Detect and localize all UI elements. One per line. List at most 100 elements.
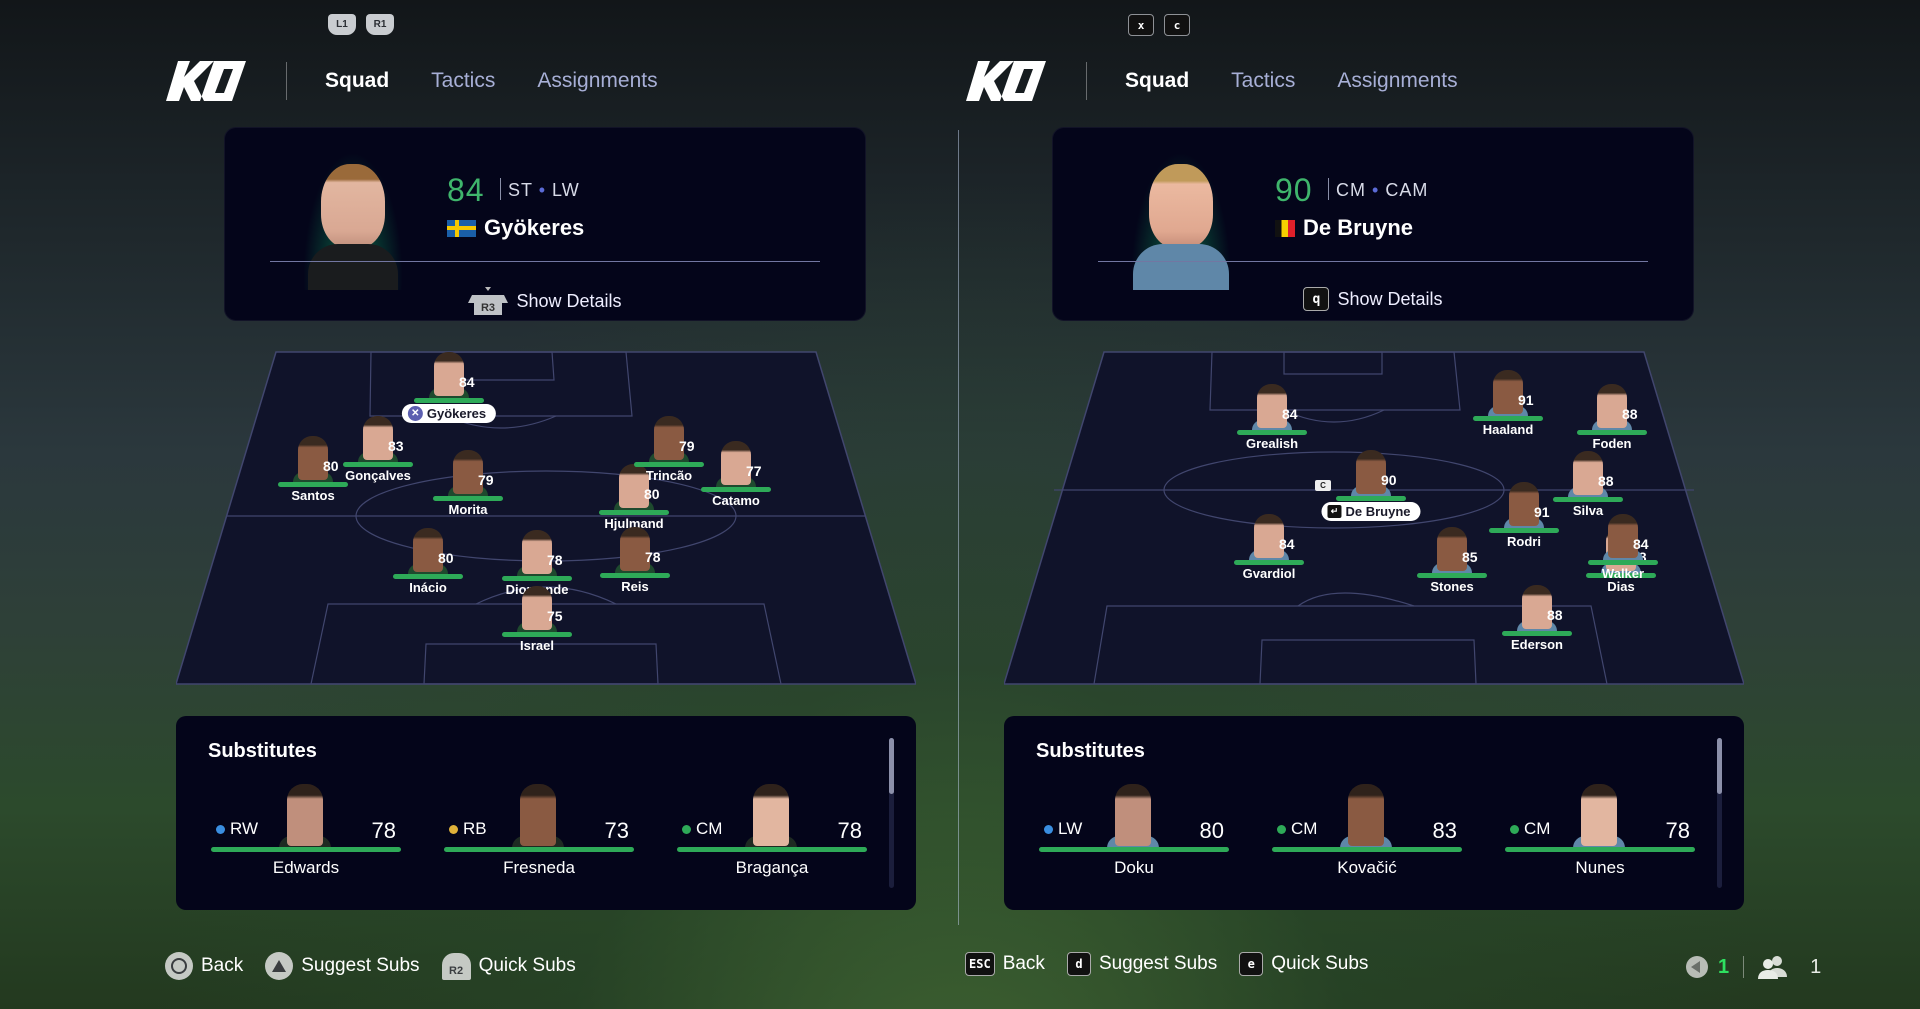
l1-button-icon[interactable]: L1 xyxy=(328,14,356,35)
player-name: Morita xyxy=(448,502,488,517)
position-dot-icon xyxy=(1510,824,1519,834)
substitutes-scrollbar[interactable] xyxy=(1717,738,1722,888)
sub-fitness-bar xyxy=(1505,847,1695,852)
substitute-card[interactable]: LW 80 Doku xyxy=(1039,784,1229,894)
selected-player-card: 84 ST • LW Gyökeres R3 Show Details xyxy=(224,127,866,321)
sub-rating: 78 xyxy=(1665,818,1690,843)
show-details-button[interactable]: R3 Show Details xyxy=(225,287,865,315)
nav-separator xyxy=(1086,62,1087,100)
player-rating: 78 xyxy=(645,549,661,565)
sub-position: CM xyxy=(682,819,722,839)
sweden-flag-icon xyxy=(447,219,476,237)
rating-separator xyxy=(1328,178,1329,200)
tab-switch-keys: x c xyxy=(1128,14,1190,36)
substitute-card[interactable]: CM 78 Nunes xyxy=(1505,784,1695,894)
player-rating: 88 xyxy=(1622,406,1638,422)
player-rating: 75 xyxy=(547,608,563,624)
suggest-subs-button[interactable]: Suggest Subs xyxy=(265,952,420,980)
substitute-card[interactable]: CM 83 Kovačić xyxy=(1272,784,1462,894)
suggest-subs-button[interactable]: d Suggest Subs xyxy=(1066,952,1217,976)
scrollbar-thumb[interactable] xyxy=(1717,738,1722,794)
ko-logo xyxy=(166,61,246,101)
player-overall-rating: 84 xyxy=(447,172,485,208)
substitute-card[interactable]: RB 73 Fresneda xyxy=(444,784,634,894)
substitute-card[interactable]: RW 78 Edwards xyxy=(211,784,401,894)
sub-rating: 78 xyxy=(371,818,396,843)
pitch-player[interactable]: 84 Grealish xyxy=(1220,384,1324,474)
player-face xyxy=(520,784,556,846)
substitute-card[interactable]: CM 78 Bragança xyxy=(677,784,867,894)
player-face xyxy=(1115,784,1151,846)
quick-subs-button[interactable]: R2 Quick Subs xyxy=(441,952,576,980)
tab-squad[interactable]: Squad xyxy=(1125,69,1189,93)
pitch-player[interactable]: 79 Morita xyxy=(416,450,520,540)
voice-count: 1 xyxy=(1718,955,1730,978)
substitutes-panel: Substitutes LW 80 Doku CM 83 Kovačić CM 78 Nunes xyxy=(1004,716,1744,910)
show-details-label: Show Details xyxy=(1337,288,1443,309)
q-key-icon: q xyxy=(1303,287,1330,311)
player-name: Foden xyxy=(1592,436,1632,451)
player-rating: 91 xyxy=(1534,504,1550,520)
back-button[interactable]: ESC Back xyxy=(965,952,1045,976)
sub-rating: 78 xyxy=(837,818,862,843)
player-rating: 77 xyxy=(746,463,762,479)
primary-position: ST xyxy=(508,180,533,200)
player-fitness-bar xyxy=(414,398,484,403)
player-fitness-bar xyxy=(701,487,771,492)
player-portrait xyxy=(303,152,403,290)
position-label: RW xyxy=(230,819,259,838)
selected-player-pill[interactable]: ↵ De Bruyne xyxy=(1321,502,1421,521)
substitutes-scrollbar[interactable] xyxy=(889,738,894,888)
pitch-player[interactable]: 80 Inácio xyxy=(376,528,480,618)
selected-player-card: 90 CM • CAM De Bruyne q Show Details xyxy=(1052,127,1694,321)
player-rating: 91 xyxy=(1518,392,1534,408)
e-key-icon: e xyxy=(1239,952,1264,976)
player-one-panel: L1 R1 Squad Tactics Assignments 84 ST • … xyxy=(0,0,960,1009)
formation-pitch: 84 Grealish 91 Haaland 88 Foden 90 ↵ De Bruyne C 8… xyxy=(1004,350,1744,686)
pitch-player[interactable]: 75 Israel xyxy=(485,586,589,676)
c-key-icon[interactable]: c xyxy=(1164,14,1190,36)
back-label: Back xyxy=(201,955,244,976)
player-name: De Bruyne xyxy=(1303,215,1414,240)
pitch-player[interactable]: 88 Ederson xyxy=(1485,585,1589,675)
tab-assignments[interactable]: Assignments xyxy=(537,69,657,93)
player-rating: 79 xyxy=(478,472,494,488)
pitch-player[interactable]: 84 Gvardiol xyxy=(1217,514,1321,604)
player-name-line: De Bruyne xyxy=(1275,215,1413,241)
player-fitness-bar xyxy=(393,574,463,579)
sub-position: CM xyxy=(1277,819,1317,839)
circle-button-icon xyxy=(165,952,193,980)
player-fitness-bar xyxy=(599,510,669,515)
player-name: Israel xyxy=(520,638,554,653)
position-dot-icon xyxy=(449,824,458,834)
pitch-player[interactable]: 83 Gonçalves xyxy=(326,416,430,506)
pitch-player[interactable]: 78 Reis xyxy=(583,527,687,617)
r2-button-icon: R2 xyxy=(441,952,471,980)
sub-rating: 83 xyxy=(1432,818,1457,843)
player-name: De Bruyne xyxy=(1345,504,1411,519)
player-rating: 90 xyxy=(1381,472,1397,488)
tab-tactics[interactable]: Tactics xyxy=(1231,69,1295,93)
sub-position: RB xyxy=(449,819,487,839)
nav-separator xyxy=(286,62,287,100)
player-name-line: Gyökeres xyxy=(447,215,584,241)
secondary-position: CAM xyxy=(1385,180,1429,200)
sub-fitness-bar xyxy=(1039,847,1229,852)
r1-button-icon[interactable]: R1 xyxy=(366,14,394,35)
back-button[interactable]: Back xyxy=(165,952,243,980)
player-two-panel: x c Squad Tactics Assignments 90 CM • CA… xyxy=(960,0,1920,1009)
pitch-player[interactable]: 77 Catamo xyxy=(684,441,788,531)
sub-position: CM xyxy=(1510,819,1550,839)
scrollbar-thumb[interactable] xyxy=(889,738,894,794)
tab-squad[interactable]: Squad xyxy=(325,69,389,93)
x-key-icon[interactable]: x xyxy=(1128,14,1154,36)
belgium-flag-icon xyxy=(1275,219,1295,237)
show-details-button[interactable]: q Show Details xyxy=(1053,287,1693,311)
tab-assignments[interactable]: Assignments xyxy=(1337,69,1457,93)
quick-subs-label: Quick Subs xyxy=(1271,953,1369,974)
position-dot-icon xyxy=(1044,824,1053,834)
quick-subs-button[interactable]: e Quick Subs xyxy=(1239,952,1368,976)
tab-tactics[interactable]: Tactics xyxy=(431,69,495,93)
rating-separator xyxy=(500,178,501,200)
position-label: CM xyxy=(1291,819,1318,838)
